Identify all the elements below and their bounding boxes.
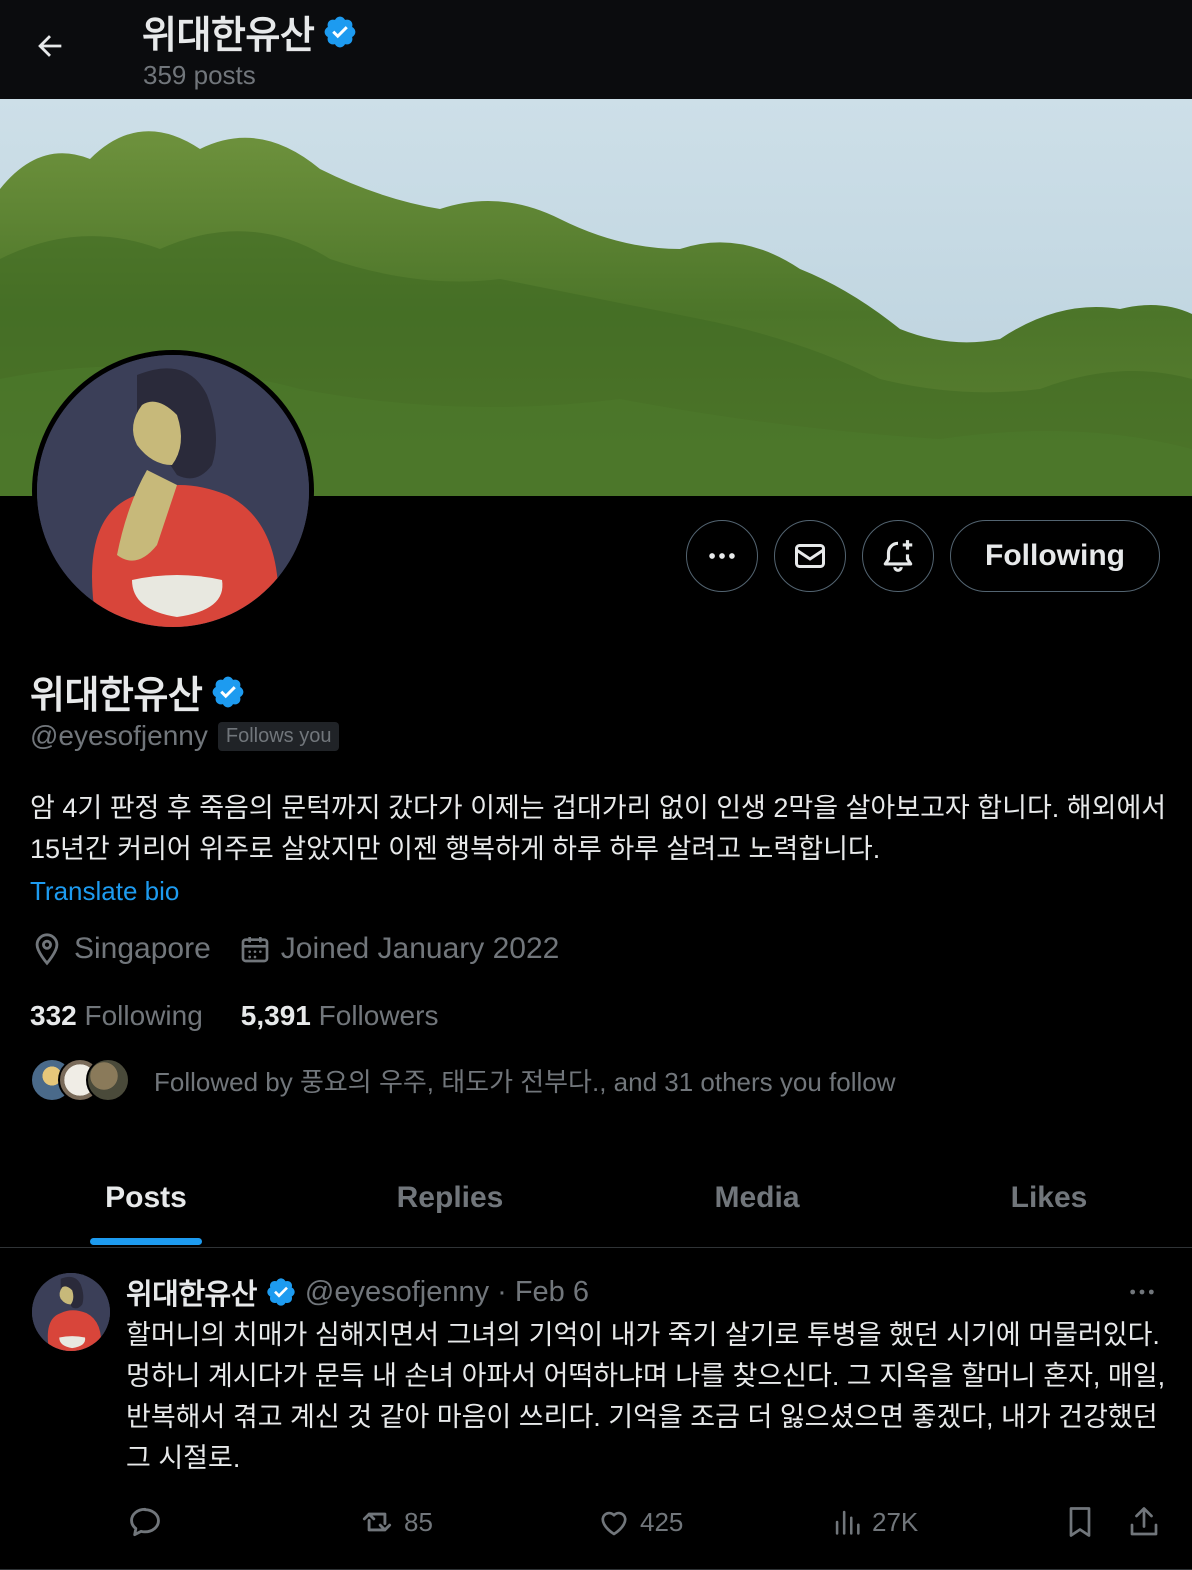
handle-row: @eyesofjenny Follows you (30, 720, 340, 752)
translate-bio-link[interactable]: Translate bio (30, 876, 179, 907)
notifications-button[interactable] (862, 520, 935, 592)
tab-posts[interactable]: Posts (0, 1148, 292, 1247)
posts-count: 359 posts (143, 60, 256, 90)
views-count: 27K (872, 1506, 919, 1537)
arrow-left-icon (38, 35, 62, 57)
followers-stat[interactable]: 5,391 Followers (241, 1000, 439, 1032)
share-button[interactable] (1126, 1499, 1162, 1545)
tab-label: Likes (1010, 1180, 1088, 1214)
views-chart-icon (835, 1510, 860, 1535)
profile-actions: Following (686, 520, 1160, 592)
location: Singapore (30, 932, 211, 966)
following-button[interactable]: Following (950, 520, 1160, 592)
post-item[interactable]: 위대한유산 @eyesofjenny · Feb 6 할머니의 치매가 심해지면… (0, 1249, 1192, 1570)
follows-you-badge: Follows you (217, 721, 340, 751)
post-author-name[interactable]: 위대한유산 (126, 1271, 257, 1313)
tab-likes[interactable]: Likes (906, 1148, 1192, 1247)
repost-button[interactable]: 85 (358, 1499, 433, 1545)
verified-badge-icon (267, 1278, 295, 1306)
profile-name-row: 위대한유산 (30, 664, 246, 719)
notification-add-icon (883, 540, 913, 572)
more-icon (1130, 1289, 1154, 1295)
follower-avatar (86, 1058, 130, 1102)
tab-label: Posts (105, 1180, 187, 1214)
tab-label: Media (714, 1180, 800, 1214)
profile-tabs: Posts Replies Media Likes (0, 1148, 1192, 1248)
heart-icon (601, 1511, 627, 1536)
calendar-icon (241, 937, 269, 963)
tab-replies[interactable]: Replies (292, 1148, 608, 1247)
follow-stats: 332 Following 5,391 Followers (30, 1000, 476, 1032)
profile-avatar[interactable] (32, 350, 314, 632)
mail-icon (795, 544, 826, 568)
repost-count: 85 (404, 1506, 433, 1537)
followers-label: Followers (318, 1000, 439, 1031)
verified-badge-icon[interactable] (210, 674, 246, 710)
back-button[interactable] (22, 22, 78, 70)
like-button[interactable]: 425 (596, 1499, 683, 1545)
followers-count: 5,391 (240, 1000, 311, 1031)
profile-bio: 암 4기 판정 후 죽음의 문턱까지 갔다가 이제는 겁대가리 없이 인생 2막… (30, 793, 1167, 864)
active-tab-indicator (90, 1238, 202, 1245)
post-date[interactable]: · Feb 6 (497, 1276, 589, 1309)
joined-date: Joined January 2022 (239, 932, 560, 966)
bookmark-button[interactable] (1062, 1499, 1098, 1545)
share-icon (1130, 1507, 1158, 1536)
verified-badge-icon (324, 16, 356, 47)
reply-icon (130, 1507, 160, 1537)
message-button[interactable] (774, 520, 847, 592)
profile-meta: Singapore Joined January 2022 (30, 932, 587, 966)
location-text: Singapore (74, 932, 211, 965)
following-stat[interactable]: 332 Following (30, 1000, 203, 1032)
joined-text: Joined January 2022 (280, 932, 560, 965)
following-count: 332 (30, 1000, 77, 1031)
bookmark-icon (1069, 1507, 1091, 1537)
profile-handle: @eyesofjenny (30, 720, 208, 751)
followed-by-text: Followed by 풍요의 우주, 태도가 전부다., and 31 oth… (154, 1066, 896, 1097)
more-icon (709, 553, 735, 559)
post-text: 할머니의 치매가 심해지면서 그녀의 기억이 내가 죽기 살기로 투병을 했던 … (126, 1320, 1166, 1473)
reply-button[interactable] (126, 1499, 164, 1545)
profile-name: 위대한유산 (30, 675, 203, 717)
top-bar: 위대한유산 359 posts (0, 0, 1192, 99)
header-title-row: 위대한유산 (142, 4, 358, 59)
post-author-handle[interactable]: @eyesofjenny (305, 1276, 489, 1309)
header-title: 위대한유산 (142, 15, 315, 57)
post-more-button[interactable] (1122, 1277, 1162, 1307)
tab-media[interactable]: Media (608, 1148, 906, 1247)
tab-label: Replies (396, 1180, 504, 1214)
followed-by-row[interactable]: Followed by 풍요의 우주, 태도가 전부다., and 31 oth… (30, 1058, 896, 1102)
more-options-button[interactable] (686, 520, 759, 592)
post-avatar[interactable] (32, 1273, 110, 1351)
post-header: 위대한유산 @eyesofjenny · Feb 6 (126, 1271, 589, 1313)
repost-icon (362, 1512, 392, 1532)
post-actions: 85 425 27K (126, 1499, 1166, 1545)
like-count: 425 (640, 1506, 684, 1537)
following-label: Following (84, 1000, 203, 1031)
location-icon (35, 933, 59, 966)
views-button[interactable]: 27K (830, 1499, 918, 1545)
avatar-image (37, 355, 309, 627)
avatar-image (32, 1273, 110, 1351)
